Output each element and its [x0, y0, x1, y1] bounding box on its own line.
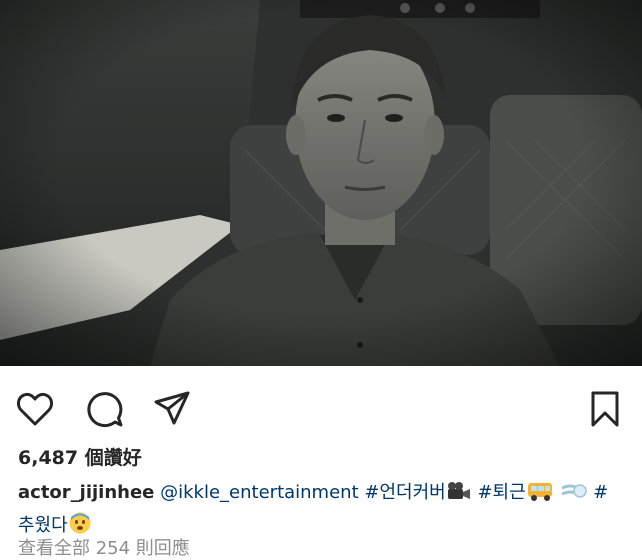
instagram-post: 6,487 個讚好 actor_jijinhee @ikkle_entertai…: [0, 0, 642, 560]
like-button[interactable]: [14, 388, 56, 430]
caption-username[interactable]: actor_jijinhee: [18, 482, 154, 503]
caption-hashtag-start[interactable]: #: [593, 482, 608, 503]
post-photo[interactable]: [0, 0, 642, 366]
save-button[interactable]: [584, 388, 626, 430]
movie-camera-icon: [446, 480, 472, 511]
comment-icon: [87, 392, 123, 428]
caption-mention[interactable]: @ikkle_entertainment: [160, 482, 359, 503]
share-button[interactable]: [151, 388, 193, 430]
comment-button[interactable]: [84, 388, 126, 430]
bus-icon: [526, 480, 554, 511]
post-action-bar: [0, 366, 642, 444]
likes-count[interactable]: 6,487 個讚好: [18, 444, 142, 472]
heart-icon: [17, 392, 53, 426]
paper-plane-icon: [154, 391, 190, 425]
bookmark-icon: [591, 391, 619, 427]
caption-hashtag-leave-work[interactable]: #퇴근: [477, 482, 525, 503]
dash-icon: [559, 480, 588, 511]
caption-hashtag-cold[interactable]: 추웠다: [18, 515, 68, 536]
view-all-comments-link[interactable]: 查看全部 254 則回應: [18, 536, 190, 560]
caption-hashtag-undercover[interactable]: #언더커버: [364, 482, 445, 503]
post-caption: actor_jijinhee @ikkle_entertainment #언더커…: [18, 478, 628, 544]
